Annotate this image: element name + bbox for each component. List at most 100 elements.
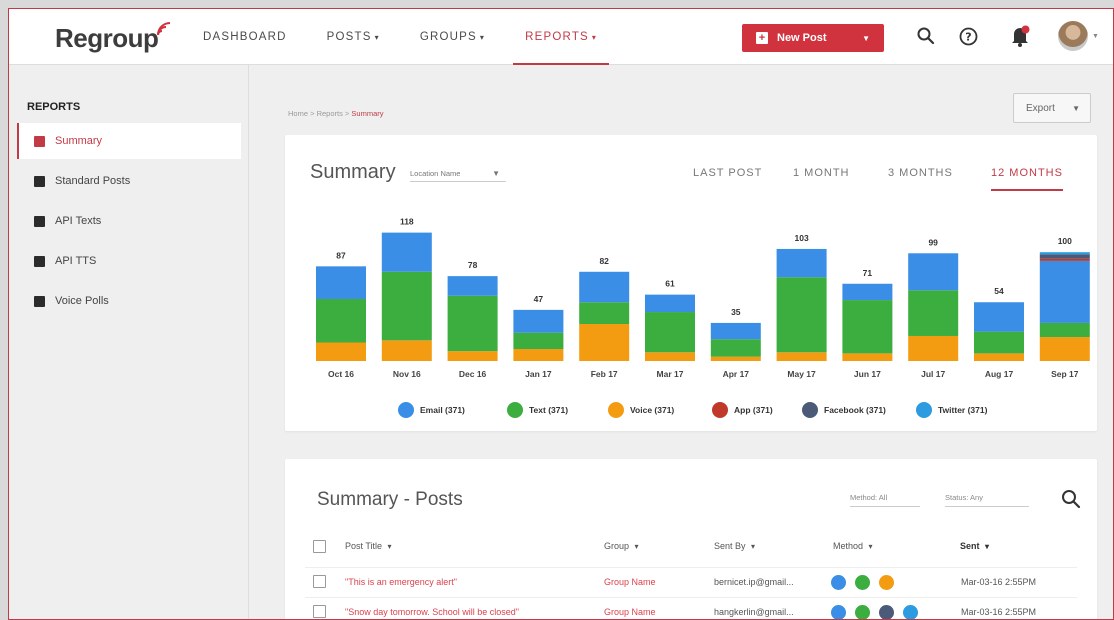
- bar-segment-facebook[interactable]: [1039, 254, 1090, 259]
- bar-segment-twitter[interactable]: [1039, 252, 1090, 255]
- search-icon[interactable]: [1061, 489, 1081, 509]
- bar-segment-email[interactable]: [710, 322, 761, 340]
- bar-segment-email[interactable]: [513, 309, 564, 333]
- row-checkbox[interactable]: [313, 605, 326, 618]
- bar-segment-voice[interactable]: [1039, 337, 1090, 361]
- col-header-group[interactable]: Group ▾: [604, 541, 639, 551]
- col-header-post-title[interactable]: Post Title ▾: [345, 541, 392, 551]
- bar-segment-text[interactable]: [381, 271, 432, 341]
- nav-item-posts[interactable]: POSTS ▾: [327, 9, 380, 65]
- col-header-sent[interactable]: Sent ▾: [960, 541, 989, 551]
- x-tick-label: Aug 17: [985, 369, 1014, 379]
- x-tick-label: Jul 17: [921, 369, 945, 379]
- legend-item-voice[interactable]: Voice (371): [608, 401, 674, 419]
- bar-segment-email[interactable]: [447, 276, 498, 296]
- bar-segment-text[interactable]: [908, 290, 959, 336]
- select-all-checkbox[interactable]: [313, 540, 326, 553]
- nav-item-reports[interactable]: REPORTS ▾: [513, 9, 610, 65]
- range-tab-3-months[interactable]: 3 MONTHS: [888, 167, 953, 179]
- sidebar-item-api-tts[interactable]: API TTS: [17, 243, 241, 279]
- breadcrumb-home[interactable]: Home: [288, 109, 308, 118]
- bar-segment-email[interactable]: [776, 248, 827, 278]
- sidebar-item-voice-polls[interactable]: Voice Polls: [17, 283, 241, 319]
- bar-segment-voice[interactable]: [381, 340, 432, 361]
- group-link[interactable]: Group Name: [604, 577, 656, 587]
- sidebar-item-summary[interactable]: Summary: [17, 123, 241, 159]
- x-tick-label: Jun 17: [854, 369, 881, 379]
- brand-name: Regroup: [55, 23, 159, 53]
- bar-segment-voice[interactable]: [316, 342, 366, 361]
- brand-logo[interactable]: Regroup: [55, 22, 171, 54]
- range-tab-1-month[interactable]: 1 MONTH: [793, 167, 850, 179]
- sidebar-item-api-texts[interactable]: API Texts: [17, 203, 241, 239]
- bar-segment-text[interactable]: [776, 277, 827, 353]
- sidebar-title: REPORTS: [27, 101, 81, 113]
- bar-segment-voice[interactable]: [447, 351, 498, 361]
- bar-segment-email[interactable]: [579, 271, 630, 303]
- legend-item-twitter[interactable]: Twitter (371): [916, 401, 987, 419]
- breadcrumb-reports[interactable]: Reports: [317, 109, 343, 118]
- text-icon: [855, 605, 870, 619]
- sort-caret-icon: ▾: [387, 542, 392, 551]
- bar-segment-voice[interactable]: [710, 356, 761, 361]
- bar-segment-voice[interactable]: [842, 353, 893, 361]
- bar-segment-email[interactable]: [974, 302, 1024, 332]
- bar-segment-text[interactable]: [645, 312, 695, 353]
- new-post-button[interactable]: + New Post ▼: [742, 24, 884, 52]
- nav-item-dashboard[interactable]: DASHBOARD: [203, 9, 287, 65]
- bar-total-label: 82: [599, 256, 609, 266]
- location-select[interactable]: Location Name ▼: [410, 169, 506, 182]
- x-tick-label: Oct 16: [328, 369, 354, 379]
- x-tick-label: Dec 16: [459, 369, 487, 379]
- signal-waves-icon: [157, 22, 171, 36]
- search-icon[interactable]: [913, 23, 939, 49]
- range-tab-12-months[interactable]: 12 MONTHS: [991, 167, 1063, 191]
- bar-segment-text[interactable]: [710, 339, 761, 357]
- sidebar-item-label: Standard Posts: [55, 175, 131, 187]
- legend-item-email[interactable]: Email (371): [398, 401, 465, 419]
- help-icon[interactable]: ?: [955, 23, 981, 49]
- range-tab-last-post[interactable]: LAST POST: [693, 167, 762, 179]
- bar-segment-email[interactable]: [842, 283, 893, 301]
- bar-segment-email[interactable]: [1039, 260, 1090, 323]
- nav-item-groups[interactable]: GROUPS ▾: [420, 9, 485, 65]
- post-title-link[interactable]: "This is an emergency alert": [345, 577, 457, 587]
- bar-segment-voice[interactable]: [776, 352, 827, 361]
- avatar-chevron-icon[interactable]: ▼: [1092, 33, 1099, 40]
- bar-segment-voice[interactable]: [645, 352, 695, 361]
- col-header-method[interactable]: Method ▾: [833, 541, 873, 551]
- bar-segment-text[interactable]: [447, 295, 498, 352]
- bar-segment-text[interactable]: [316, 298, 366, 343]
- col-header-sent-by[interactable]: Sent By ▾: [714, 541, 755, 551]
- avatar[interactable]: [1058, 21, 1088, 51]
- sort-caret-icon: ▾: [751, 542, 756, 551]
- legend-item-facebook[interactable]: Facebook (371): [802, 401, 886, 419]
- bar-segment-voice[interactable]: [579, 324, 630, 361]
- export-dropdown[interactable]: Export ▼: [1013, 93, 1091, 123]
- bar-segment-text[interactable]: [1039, 322, 1090, 338]
- bar-segment-email[interactable]: [908, 253, 959, 291]
- legend-item-text[interactable]: Text (371): [507, 401, 568, 419]
- status-filter[interactable]: Status: Any: [945, 493, 1029, 507]
- bar-segment-email[interactable]: [316, 266, 366, 299]
- sidebar-item-label: Voice Polls: [55, 295, 109, 307]
- sidebar-item-standard-posts[interactable]: Standard Posts: [17, 163, 241, 199]
- bar-segment-email[interactable]: [645, 294, 695, 313]
- bar-segment-text[interactable]: [579, 302, 630, 325]
- row-checkbox[interactable]: [313, 575, 326, 588]
- method-filter[interactable]: Method: All: [850, 493, 920, 507]
- bar-segment-text[interactable]: [513, 332, 564, 350]
- bar-segment-text[interactable]: [842, 300, 893, 354]
- group-link[interactable]: Group Name: [604, 607, 656, 617]
- bar-segment-app[interactable]: [1039, 258, 1090, 261]
- bar-segment-email[interactable]: [381, 232, 432, 272]
- chevron-down-icon[interactable]: ▼: [862, 34, 870, 43]
- bar-segment-voice[interactable]: [513, 349, 564, 361]
- legend-item-app[interactable]: App (371): [712, 401, 773, 419]
- bell-icon[interactable]: [1007, 23, 1033, 49]
- bar-total-label: 78: [468, 260, 478, 270]
- bar-segment-voice[interactable]: [908, 335, 959, 361]
- bar-segment-voice[interactable]: [974, 353, 1024, 361]
- post-title-link[interactable]: "Snow day tomorrow. School will be close…: [345, 607, 519, 617]
- bar-segment-text[interactable]: [974, 331, 1024, 354]
